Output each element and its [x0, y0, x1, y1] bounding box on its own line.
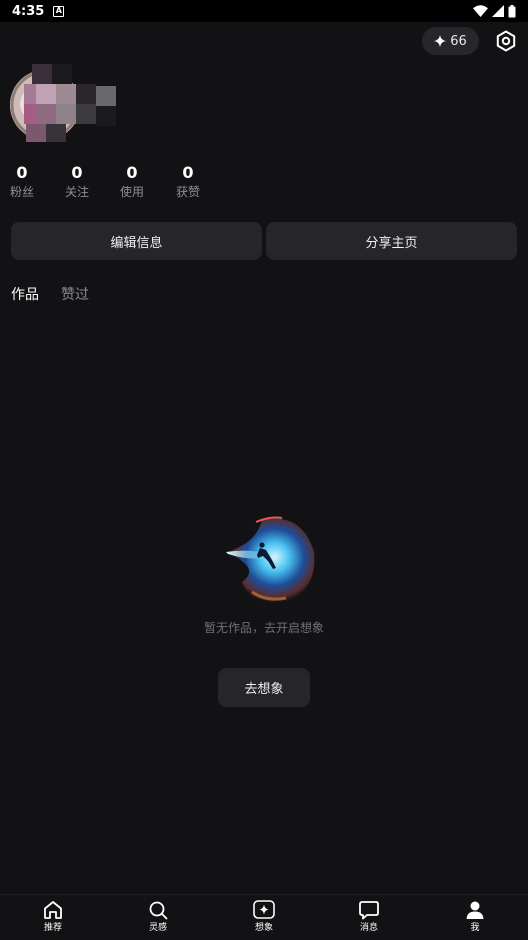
tab-liked[interactable]: 赞过	[61, 285, 89, 305]
stat-label: 粉丝	[9, 185, 34, 199]
stat-label: 获赞	[175, 185, 200, 199]
profile-screen: 4:35 A 66 0 粉丝 0 关注 0 使用 0 获赞 编辑信息 分享主页 …	[0, 0, 528, 940]
bottom-nav: 推荐 灵感 想象 消息 我	[0, 894, 528, 940]
nav-label: 消息	[359, 923, 378, 933]
stat-likes[interactable]: 0 获赞	[163, 163, 213, 200]
stat-value: 0	[71, 163, 83, 182]
empty-state-message: 暂无作品，去开启想象	[203, 621, 324, 635]
nav-label: 推荐	[43, 923, 62, 933]
stat-following[interactable]: 0 关注	[52, 163, 102, 200]
profile-stats: 0 粉丝 0 关注 0 使用 0 获赞	[0, 163, 528, 203]
share-profile-button[interactable]: 分享主页	[266, 222, 517, 260]
wifi-icon	[473, 5, 488, 17]
nav-item-recommend[interactable]: 推荐	[23, 899, 83, 939]
search-icon	[149, 901, 168, 920]
status-time: 4:35	[12, 3, 45, 19]
nav-item-me[interactable]: 我	[445, 899, 505, 939]
home-icon	[44, 901, 62, 919]
battery-icon	[508, 4, 516, 17]
stat-value: 0	[16, 163, 28, 182]
status-icons	[473, 4, 516, 18]
edit-profile-button[interactable]: 编辑信息	[11, 222, 262, 260]
sparkle-icon	[253, 900, 275, 919]
stat-value: 0	[126, 163, 138, 182]
nav-item-imagine[interactable]: 想象	[234, 899, 294, 939]
sparkle-icon	[434, 35, 447, 47]
stat-label: 关注	[64, 185, 89, 199]
credits-count: 66	[450, 33, 467, 49]
stat-followers[interactable]: 0 粉丝	[0, 163, 47, 200]
settings-icon[interactable]	[494, 29, 518, 53]
stat-value: 0	[182, 163, 194, 182]
profile-icon	[466, 901, 484, 919]
message-icon	[359, 901, 379, 920]
go-imagine-button[interactable]: 去想象	[218, 668, 310, 707]
empty-state-illustration	[226, 516, 315, 605]
signal-icon	[492, 5, 504, 17]
stat-label: 使用	[119, 185, 144, 199]
stat-uses[interactable]: 0 使用	[107, 163, 157, 200]
nav-label: 想象	[254, 923, 273, 933]
credits-badge[interactable]: 66	[422, 27, 479, 55]
profile-actions: 编辑信息 分享主页	[11, 222, 517, 260]
avatar-mosaic	[24, 64, 116, 142]
status-bar: 4:35 A	[0, 0, 528, 22]
nav-label: 我	[470, 923, 480, 933]
content-tabs: 作品 赞过	[11, 285, 89, 305]
notification-icon: A	[53, 5, 65, 17]
nav-item-inspiration[interactable]: 灵感	[128, 899, 188, 939]
nav-item-messages[interactable]: 消息	[339, 899, 399, 939]
nav-label: 灵感	[148, 923, 167, 933]
tab-works[interactable]: 作品	[11, 285, 39, 305]
